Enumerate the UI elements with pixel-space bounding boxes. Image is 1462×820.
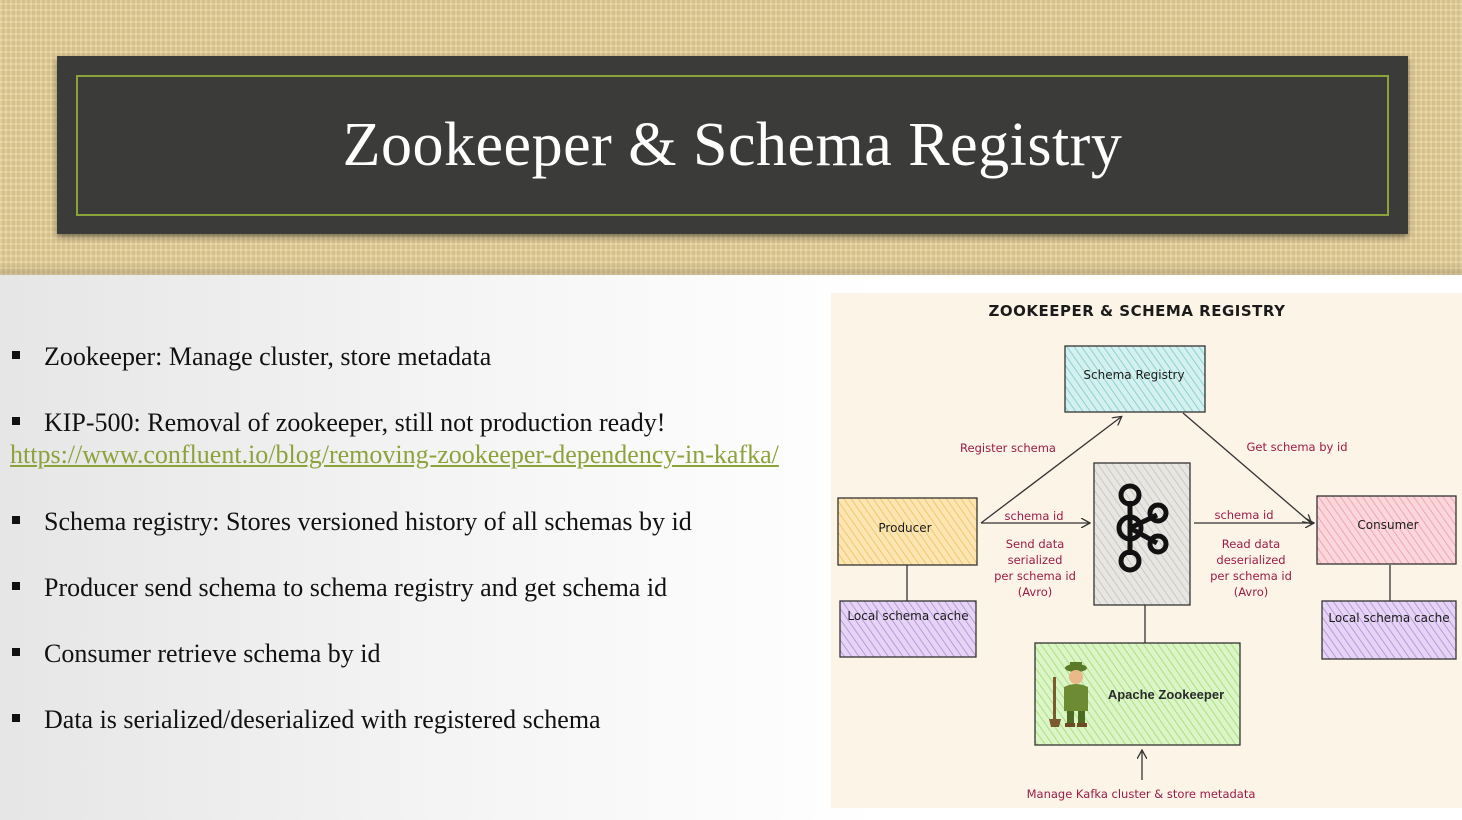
schema-registry-box: Schema Registry xyxy=(1064,345,1206,413)
bullet-text: Producer send schema to schema registry … xyxy=(44,573,668,602)
bullet-text: KIP-500: Removal of zookeeper, still not… xyxy=(44,408,666,437)
bullet-marker xyxy=(12,582,20,590)
bullet-marker xyxy=(12,648,20,656)
manage-label: Manage Kafka cluster & store metadata xyxy=(1027,787,1256,801)
architecture-diagram: ZOOKEEPER & SCHEMA REGISTRY Schema Regis… xyxy=(831,293,1462,808)
bullet-item: Consumer retrieve schema by id xyxy=(12,639,380,669)
read-line-1: Read data xyxy=(1222,537,1280,551)
send-line-3: per schema id xyxy=(994,569,1076,583)
bullet-item: KIP-500: Removal of zookeeper, still not… xyxy=(12,408,665,438)
register-schema-label: Register schema xyxy=(960,441,1056,455)
diagram-canvas: ZOOKEEPER & SCHEMA REGISTRY Schema Regis… xyxy=(837,302,1457,801)
schema-id-right-label: schema id xyxy=(1214,508,1273,522)
consumer-box: Consumer xyxy=(1316,495,1457,565)
zookeeper-box: Apache Zookeeper xyxy=(1034,642,1241,746)
bullet-marker xyxy=(12,417,20,425)
read-line-4: (Avro) xyxy=(1234,585,1268,599)
bullet-marker xyxy=(12,714,20,722)
zookeeper-label: Apache Zookeeper xyxy=(1108,687,1224,702)
producer-cache-label: Local schema cache xyxy=(847,609,968,623)
kip-500-link[interactable]: https://www.confluent.io/blog/removing-z… xyxy=(10,440,779,470)
producer-label: Producer xyxy=(878,521,931,535)
bullet-item: Producer send schema to schema registry … xyxy=(12,573,667,603)
bullet-item: Data is serialized/deserialized with reg… xyxy=(12,705,601,735)
diagram-title: ZOOKEEPER & SCHEMA REGISTRY xyxy=(989,302,1287,320)
bullet-text: Zookeeper: Manage cluster, store metadat… xyxy=(44,342,492,371)
bullet-marker xyxy=(12,351,20,359)
send-line-2: serialized xyxy=(1008,553,1063,567)
read-line-3: per schema id xyxy=(1210,569,1292,583)
get-schema-label: Get schema by id xyxy=(1247,440,1348,454)
producer-box: Producer xyxy=(837,497,978,566)
title-frame: Zookeeper & Schema Registry xyxy=(76,75,1389,216)
consumer-cache-label: Local schema cache xyxy=(1328,611,1449,625)
bullet-item: Schema registry: Stores versioned histor… xyxy=(12,507,692,537)
read-line-2: deserialized xyxy=(1216,553,1285,567)
consumer-label: Consumer xyxy=(1357,518,1418,532)
get-schema-arrow xyxy=(1182,412,1311,523)
slide-title: Zookeeper & Schema Registry xyxy=(342,111,1123,179)
bullet-item: Zookeeper: Manage cluster, store metadat… xyxy=(12,342,491,372)
kafka-box xyxy=(1093,462,1191,606)
title-plate: Zookeeper & Schema Registry xyxy=(57,56,1408,234)
schema-id-left-label: schema id xyxy=(1004,509,1063,523)
send-line-4: (Avro) xyxy=(1018,585,1052,599)
bullet-text: Data is serialized/deserialized with reg… xyxy=(44,705,601,734)
producer-cache-box: Local schema cache xyxy=(839,600,977,658)
bullet-text: Consumer retrieve schema by id xyxy=(44,639,381,668)
bullet-marker xyxy=(12,516,20,524)
send-line-1: Send data xyxy=(1006,537,1065,551)
consumer-cache-box: Local schema cache xyxy=(1321,600,1457,660)
schema-registry-label: Schema Registry xyxy=(1083,368,1184,382)
bullet-text: Schema registry: Stores versioned histor… xyxy=(44,507,692,536)
